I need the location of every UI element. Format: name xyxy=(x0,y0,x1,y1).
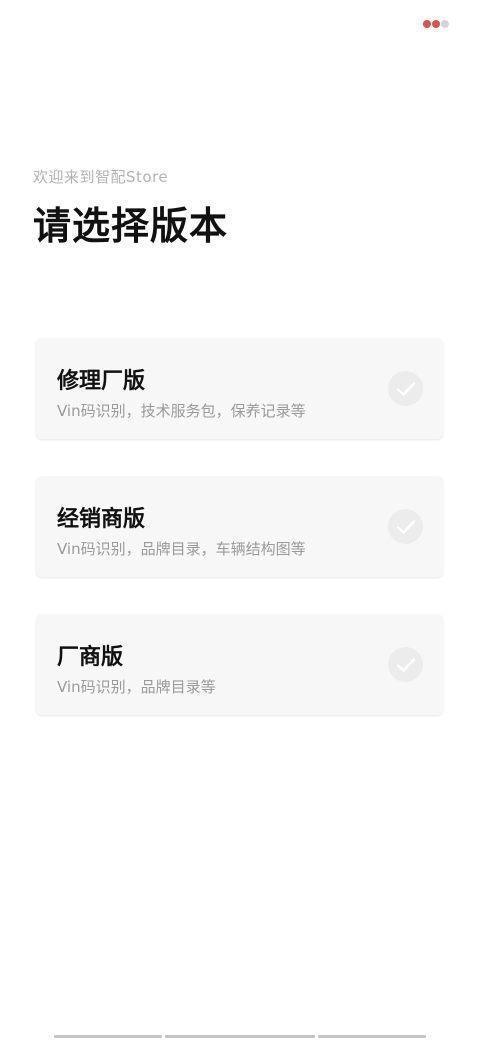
screen: 欢迎来到智配Store 请选择版本 修理厂版 Vin码识别，技术服务包，保养记录… xyxy=(0,0,480,1040)
version-description: Vin码识别，技术服务包，保养记录等 xyxy=(57,402,306,420)
status-indicators xyxy=(423,20,449,28)
check-icon[interactable] xyxy=(388,371,423,406)
welcome-text: 欢迎来到智配Store xyxy=(33,168,169,186)
strawberry-icon xyxy=(423,20,431,28)
version-title: 经销商版 xyxy=(57,506,146,532)
version-description: Vin码识别，品牌目录等 xyxy=(57,678,216,696)
version-description: Vin码识别，品牌目录，车辆结构图等 xyxy=(57,540,306,558)
version-title: 修理厂版 xyxy=(57,368,146,394)
check-icon[interactable] xyxy=(388,509,423,544)
version-card-dealer[interactable]: 经销商版 Vin码识别，品牌目录，车辆结构图等 xyxy=(36,476,443,577)
check-icon[interactable] xyxy=(388,647,423,682)
bottom-indicator-bar xyxy=(318,1035,426,1038)
page-title: 请选择版本 xyxy=(33,203,229,248)
version-card-manufacturer[interactable]: 厂商版 Vin码识别，品牌目录等 xyxy=(36,614,443,715)
version-card-repair-shop[interactable]: 修理厂版 Vin码识别，技术服务包，保养记录等 xyxy=(36,338,443,439)
bottom-indicator-bar xyxy=(54,1035,162,1038)
version-title: 厂商版 xyxy=(57,644,124,670)
strawberry-icon xyxy=(432,20,440,28)
strawberry-icon xyxy=(441,20,449,28)
bottom-indicator-bar xyxy=(165,1035,315,1038)
